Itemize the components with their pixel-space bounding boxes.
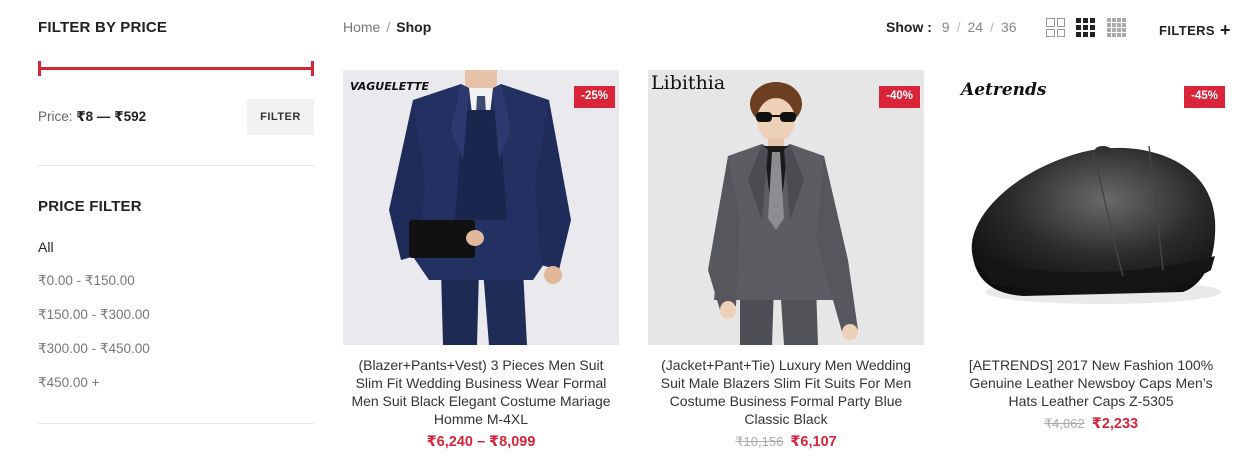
product-old-price: ₹4,062 xyxy=(1043,416,1085,431)
price-filter-item[interactable]: ₹0.00 - ₹150.00 xyxy=(38,266,150,300)
per-page-selector: Show : 9 / 24 / 36 xyxy=(886,19,1017,35)
price-filter-item[interactable]: ₹150.00 - ₹300.00 xyxy=(38,300,150,334)
brand-logo-aetrends: Aetrends xyxy=(961,80,1047,100)
product-price: ₹4,062 ₹2,233 xyxy=(953,416,1229,432)
discount-badge: -45% xyxy=(1184,86,1225,108)
suit-figure-icon xyxy=(708,82,858,345)
price-slider-max-handle[interactable] xyxy=(311,61,314,76)
per-page-option-36[interactable]: 36 xyxy=(1001,19,1017,35)
leather-cap-icon xyxy=(971,145,1221,304)
discount-badge: -40% xyxy=(879,86,920,108)
product-card[interactable]: VAGUELETTE -25% (Blazer+Pants+Vest) 3 Pi… xyxy=(343,70,619,450)
price-filter-title: PRICE FILTER xyxy=(38,198,142,215)
discount-badge: -25% xyxy=(574,86,615,108)
product-current-price: ₹2,233 xyxy=(1091,416,1139,432)
per-page-option-9[interactable]: 9 xyxy=(942,19,950,35)
grid-3-icon[interactable] xyxy=(1076,18,1095,37)
breadcrumb-home-link[interactable]: Home xyxy=(343,19,380,35)
price-filter-item-all[interactable]: All xyxy=(38,232,150,266)
brand-logo-vaguelette: VAGUELETTE xyxy=(350,80,430,93)
product-card[interactable]: Libithia -40% (Jacket+Pant+Tie) Luxury M… xyxy=(648,70,924,450)
brand-logo-libithia: Libithia xyxy=(651,72,726,94)
price-filter-item[interactable]: ₹450.00 + xyxy=(38,368,150,402)
price-range-value: ₹8 — ₹592 xyxy=(76,109,147,124)
product-current-price: ₹6,240 – ₹8,099 xyxy=(426,434,536,450)
sidebar-divider xyxy=(38,423,314,424)
breadcrumb: Home / Shop xyxy=(343,19,431,35)
product-price: ₹6,240 – ₹8,099 xyxy=(343,434,619,450)
price-slider-min-handle[interactable] xyxy=(38,61,41,76)
product-title[interactable]: (Blazer+Pants+Vest) 3 Pieces Men Suit Sl… xyxy=(343,356,619,428)
product-card[interactable]: Aetrends -45% [AETRENDS] 2017 New Fashio… xyxy=(953,70,1229,432)
breadcrumb-current: Shop xyxy=(396,19,432,35)
filter-by-price-title: FILTER BY PRICE xyxy=(38,19,168,36)
price-range-text: Price: ₹8 — ₹592 xyxy=(38,109,146,125)
grid-2-icon[interactable] xyxy=(1046,18,1065,37)
product-title[interactable]: (Jacket+Pant+Tie) Luxury Men Wedding Sui… xyxy=(648,356,924,428)
price-range-slider[interactable] xyxy=(38,61,314,76)
product-image-leather-cap[interactable]: Aetrends -45% xyxy=(953,70,1229,345)
breadcrumb-separator: / xyxy=(386,19,391,35)
per-page-separator: / xyxy=(990,19,994,35)
product-current-price: ₹6,107 xyxy=(790,434,837,450)
filters-label: FILTERS xyxy=(1159,23,1215,38)
filters-toggle-button[interactable]: FILTERS + xyxy=(1159,19,1231,40)
show-label: Show : xyxy=(886,19,932,35)
suit-figure-icon xyxy=(389,70,571,345)
plus-icon: + xyxy=(1220,20,1231,40)
price-filter-item[interactable]: ₹300.00 - ₹450.00 xyxy=(38,334,150,368)
price-label: Price: xyxy=(38,109,73,124)
price-slider-track xyxy=(38,67,314,70)
per-page-option-24[interactable]: 24 xyxy=(967,19,983,35)
filter-button[interactable]: FILTER xyxy=(247,99,314,135)
per-page-separator: / xyxy=(956,19,961,35)
product-title[interactable]: [AETRENDS] 2017 New Fashion 100% Genuine… xyxy=(953,356,1229,410)
grid-4-icon[interactable] xyxy=(1107,18,1126,37)
sidebar-divider xyxy=(38,165,314,166)
product-price: ₹10,156 ₹6,107 xyxy=(648,434,924,450)
product-old-price: ₹10,156 xyxy=(735,434,784,449)
product-image-suit-navy[interactable]: VAGUELETTE -25% xyxy=(343,70,619,345)
price-range-row: Price: ₹8 — ₹592 FILTER xyxy=(38,99,314,135)
product-image-suit-grey[interactable]: Libithia -40% xyxy=(648,70,924,345)
price-filter-list: All ₹0.00 - ₹150.00 ₹150.00 - ₹300.00 ₹3… xyxy=(38,232,150,402)
